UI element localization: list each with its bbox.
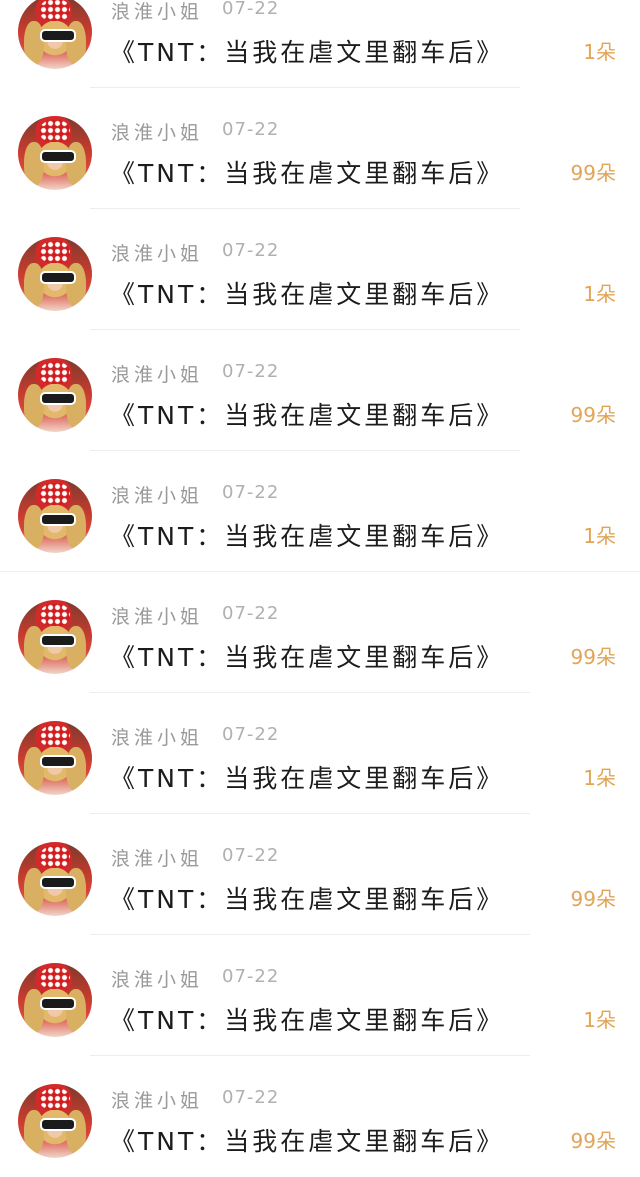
user-name: 浪淮小姐	[111, 1090, 204, 1112]
avatar[interactable]	[18, 237, 92, 311]
flower-count: 1朵	[583, 40, 616, 64]
book-title[interactable]: 《TNT：当我在虐文里翻车后》	[110, 1122, 504, 1158]
record-date: 07-22	[222, 482, 280, 503]
record-date: 07-22	[222, 1087, 280, 1108]
list-item[interactable]: 浪淮小姐 07-22 《TNT：当我在虐文里翻车后》 99朵	[0, 572, 640, 693]
book-title[interactable]: 《TNT：当我在虐文里翻车后》	[110, 1001, 504, 1037]
user-name: 浪淮小姐	[111, 606, 204, 628]
list-item[interactable]: 浪淮小姐 07-22 《TNT：当我在虐文里翻车后》 99朵	[0, 1056, 640, 1177]
list-item[interactable]: 浪淮小姐 07-22 《TNT：当我在虐文里翻车后》 99朵	[0, 330, 640, 451]
book-title[interactable]: 《TNT：当我在虐文里翻车后》	[110, 33, 504, 69]
flower-count: 99朵	[570, 645, 616, 669]
list-item[interactable]: 浪淮小姐 07-22 《TNT：当我在虐文里翻车后》 1朵	[0, 693, 640, 814]
avatar[interactable]	[18, 358, 92, 432]
list-item[interactable]: 浪淮小姐 07-22 《TNT：当我在虐文里翻车后》 99朵	[0, 814, 640, 935]
avatar[interactable]	[18, 842, 92, 916]
user-name: 浪淮小姐	[111, 969, 204, 991]
flower-count: 99朵	[570, 161, 616, 185]
flower-count: 99朵	[570, 403, 616, 427]
avatar[interactable]	[18, 600, 92, 674]
list-item[interactable]: 浪淮小姐 07-22 《TNT：当我在虐文里翻车后》 1朵	[0, 209, 640, 330]
list-item[interactable]: 浪淮小姐 07-22 《TNT：当我在虐文里翻车后》 99朵	[0, 88, 640, 209]
record-date: 07-22	[222, 0, 280, 19]
list-item[interactable]: 浪淮小姐 07-22 《TNT：当我在虐文里翻车后》 1朵	[0, 451, 640, 572]
book-title[interactable]: 《TNT：当我在虐文里翻车后》	[110, 154, 504, 190]
gift-record-list: 浪淮小姐 07-22 《TNT：当我在虐文里翻车后》 1朵 浪淮小姐 07-22…	[0, 0, 640, 1177]
list-item[interactable]: 浪淮小姐 07-22 《TNT：当我在虐文里翻车后》 1朵	[0, 935, 640, 1056]
flower-count: 99朵	[570, 887, 616, 911]
avatar[interactable]	[18, 1084, 92, 1158]
flower-count: 1朵	[583, 1008, 616, 1032]
user-name: 浪淮小姐	[111, 727, 204, 749]
record-date: 07-22	[222, 603, 280, 624]
record-date: 07-22	[222, 845, 280, 866]
book-title[interactable]: 《TNT：当我在虐文里翻车后》	[110, 759, 504, 795]
user-name: 浪淮小姐	[111, 1, 204, 23]
avatar[interactable]	[18, 479, 92, 553]
book-title[interactable]: 《TNT：当我在虐文里翻车后》	[110, 396, 504, 432]
avatar[interactable]	[18, 0, 92, 69]
user-name: 浪淮小姐	[111, 848, 204, 870]
avatar[interactable]	[18, 116, 92, 190]
avatar[interactable]	[18, 963, 92, 1037]
book-title[interactable]: 《TNT：当我在虐文里翻车后》	[110, 638, 504, 674]
user-name: 浪淮小姐	[111, 364, 204, 386]
book-title[interactable]: 《TNT：当我在虐文里翻车后》	[110, 275, 504, 311]
book-title[interactable]: 《TNT：当我在虐文里翻车后》	[110, 517, 504, 553]
user-name: 浪淮小姐	[111, 485, 204, 507]
flower-count: 1朵	[583, 524, 616, 548]
record-date: 07-22	[222, 724, 280, 745]
user-name: 浪淮小姐	[111, 122, 204, 144]
avatar[interactable]	[18, 721, 92, 795]
record-date: 07-22	[222, 966, 280, 987]
user-name: 浪淮小姐	[111, 243, 204, 265]
record-date: 07-22	[222, 119, 280, 140]
record-date: 07-22	[222, 361, 280, 382]
flower-count: 99朵	[570, 1129, 616, 1153]
record-date: 07-22	[222, 240, 280, 261]
book-title[interactable]: 《TNT：当我在虐文里翻车后》	[110, 880, 504, 916]
flower-count: 1朵	[583, 282, 616, 306]
flower-count: 1朵	[583, 766, 616, 790]
list-item[interactable]: 浪淮小姐 07-22 《TNT：当我在虐文里翻车后》 1朵	[0, 0, 640, 88]
